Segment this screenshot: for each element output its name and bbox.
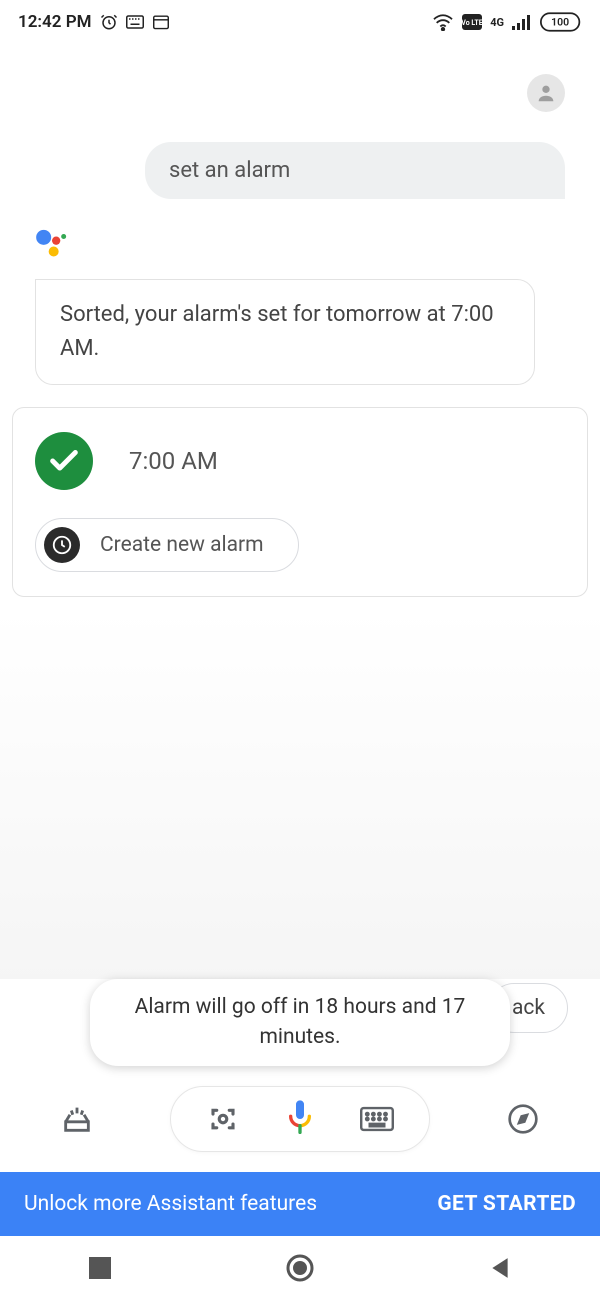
clock-icon: [44, 527, 80, 563]
updates-icon[interactable]: [55, 1097, 99, 1141]
assistant-input-row: [0, 1080, 600, 1172]
alarm-icon: [100, 13, 118, 31]
mic-icon[interactable]: [278, 1097, 322, 1141]
checkmark-icon: [35, 432, 93, 490]
recents-button[interactable]: [80, 1248, 120, 1288]
network-label: 4G: [490, 16, 504, 29]
back-button[interactable]: [480, 1248, 520, 1288]
promo-banner: Unlock more Assistant features GET START…: [0, 1172, 600, 1236]
input-pill: [170, 1086, 430, 1152]
get-started-button[interactable]: GET STARTED: [437, 1192, 576, 1216]
alarm-card: 7:00 AM Create new alarm: [12, 407, 588, 597]
assistant-reply-bubble: Sorted, your alarm's set for tomorrow at…: [35, 279, 535, 385]
assistant-logo-icon: [35, 229, 600, 263]
keyboard-icon[interactable]: [355, 1097, 399, 1141]
android-navbar: [0, 1236, 600, 1300]
home-button[interactable]: [280, 1248, 320, 1288]
wifi-icon: [432, 13, 454, 31]
create-alarm-chip[interactable]: Create new alarm: [35, 518, 299, 572]
calendar-status-icon: [152, 14, 170, 30]
banner-text: Unlock more Assistant features: [24, 1192, 317, 1216]
lens-icon[interactable]: [201, 1097, 245, 1141]
bottom-stack: ack Alarm will go off in 18 hours and 17…: [0, 979, 600, 1300]
keyboard-status-icon: [126, 15, 144, 29]
battery-label: 100: [551, 16, 569, 29]
status-time: 12:42 PM: [18, 12, 92, 32]
volte-icon: Vo LTE: [462, 14, 482, 30]
signal-icon: [512, 14, 532, 30]
user-message-bubble: set an alarm: [145, 142, 565, 199]
snackbar-toast: Alarm will go off in 18 hours and 17 min…: [90, 979, 510, 1066]
create-alarm-label: Create new alarm: [100, 533, 264, 557]
status-bar: 12:42 PM Vo LTE 4G 100: [0, 0, 600, 44]
svg-text:Vo LTE: Vo LTE: [462, 19, 482, 27]
explore-icon[interactable]: [501, 1097, 545, 1141]
battery-icon: 100: [540, 12, 582, 32]
user-avatar[interactable]: [527, 74, 565, 112]
alarm-time: 7:00 AM: [129, 447, 218, 475]
